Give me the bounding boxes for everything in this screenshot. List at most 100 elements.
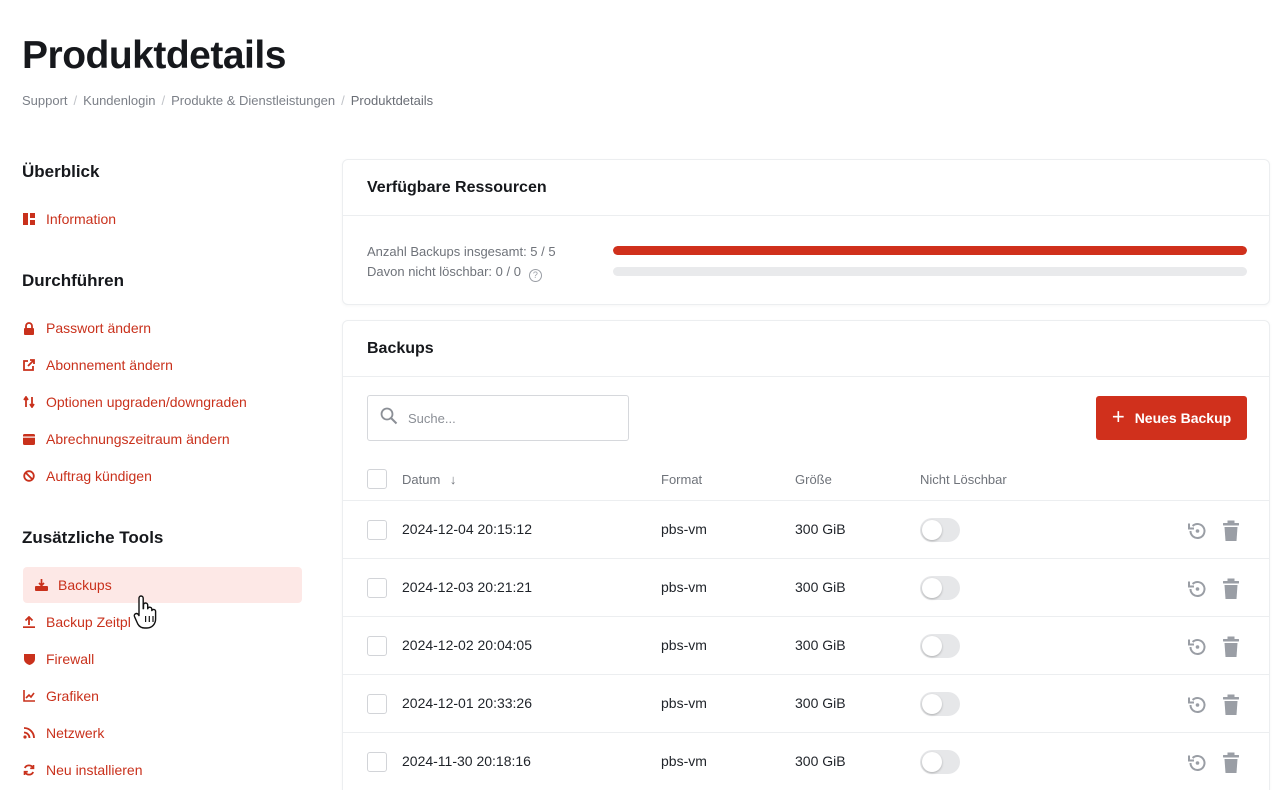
restore-icon[interactable]	[1186, 752, 1208, 774]
cell-format: pbs-vm	[661, 695, 707, 711]
breadcrumb: Support / Kundenlogin / Produkte & Diens…	[22, 93, 433, 108]
sort-arrow-icon: ↓	[449, 472, 457, 487]
cell-size: 300 GiB	[795, 637, 846, 653]
sidebar-item-label: Abonnement ändern	[46, 357, 173, 373]
cell-format: pbs-vm	[661, 637, 707, 653]
row-checkbox[interactable]	[367, 636, 387, 656]
resources-card: Verfügbare Ressourcen Anzahl Backups ins…	[342, 159, 1270, 305]
sidebar-item-abonnement[interactable]: Abonnement ändern	[22, 347, 301, 383]
cell-date: 2024-12-01 20:33:26	[402, 695, 532, 711]
row-checkbox[interactable]	[367, 694, 387, 714]
not-deletable-label: Davon nicht löschbar: 0 / 0	[367, 264, 521, 279]
cell-date: 2024-12-02 20:04:05	[402, 637, 532, 653]
new-backup-button[interactable]: + Neues Backup	[1096, 396, 1247, 440]
table-row: 2024-12-01 20:33:26 pbs-vm 300 GiB	[343, 675, 1269, 733]
not-deletable-line: Davon nicht löschbar: 0 / 0?	[367, 264, 542, 282]
cell-size: 300 GiB	[795, 579, 846, 595]
sidebar-item-label: Auftrag kündigen	[46, 468, 152, 484]
trash-icon[interactable]	[1222, 520, 1240, 542]
sidebar-item-label: Grafiken	[46, 688, 99, 704]
backups-total-bar	[613, 246, 1247, 255]
download-tray-icon	[34, 578, 48, 592]
chart-line-icon	[22, 689, 36, 703]
restore-icon[interactable]	[1186, 578, 1208, 600]
not-deletable-toggle[interactable]	[920, 576, 960, 600]
sidebar-item-kuendigen[interactable]: Auftrag kündigen	[22, 458, 301, 494]
sidebar-item-grafiken[interactable]: Grafiken	[22, 678, 301, 714]
trash-icon[interactable]	[1222, 578, 1240, 600]
dashboard-icon	[22, 212, 36, 226]
backups-total-bar-fill	[613, 246, 1247, 255]
new-backup-label: Neues Backup	[1134, 410, 1232, 426]
ban-icon	[22, 469, 36, 483]
sidebar-item-firewall[interactable]: Firewall	[22, 641, 301, 677]
sidebar-item-passwort[interactable]: Passwort ändern	[22, 310, 301, 346]
breadcrumb-kundenlogin[interactable]: Kundenlogin	[83, 93, 155, 108]
breadcrumb-produkte[interactable]: Produkte & Dienstleistungen	[171, 93, 335, 108]
sidebar-item-netzwerk[interactable]: Netzwerk	[22, 715, 301, 751]
plus-icon: +	[1111, 404, 1125, 429]
column-header-format: Format	[661, 472, 703, 487]
column-header-date[interactable]: Datum ↓	[402, 472, 456, 487]
sidebar-item-label: Abrechnungszeitraum ändern	[46, 431, 230, 447]
cell-date: 2024-11-30 20:18:16	[402, 753, 531, 769]
sidebar-item-information[interactable]: Information	[22, 201, 301, 237]
breadcrumb-separator: /	[161, 93, 166, 108]
search-input[interactable]	[408, 410, 618, 426]
cell-size: 300 GiB	[795, 521, 846, 537]
column-date-label: Datum	[402, 472, 441, 487]
backups-title: Backups	[343, 321, 1269, 377]
cell-format: pbs-vm	[661, 579, 707, 595]
column-header-not-deletable: Nicht Löschbar	[920, 472, 1007, 487]
breadcrumb-separator: /	[73, 93, 78, 108]
sidebar-item-label: Neu installieren	[46, 762, 143, 778]
hand-cursor-icon	[133, 595, 157, 629]
trash-icon[interactable]	[1222, 694, 1240, 716]
lock-icon	[22, 321, 36, 335]
help-icon[interactable]: ?	[528, 268, 542, 282]
not-deletable-toggle[interactable]	[920, 634, 960, 658]
sidebar-item-label: Information	[46, 211, 117, 227]
cell-date: 2024-12-03 20:21:21	[402, 579, 532, 595]
column-header-size: Größe	[795, 472, 832, 487]
not-deletable-toggle[interactable]	[920, 750, 960, 774]
trash-icon[interactable]	[1222, 636, 1240, 658]
restore-icon[interactable]	[1186, 636, 1208, 658]
sidebar-item-label: Optionen upgraden/downgraden	[46, 394, 247, 410]
restore-icon[interactable]	[1186, 520, 1208, 542]
sidebar-item-label: Netzwerk	[46, 725, 105, 741]
sidebar-item-label: Passwort ändern	[46, 320, 152, 336]
not-deletable-toggle[interactable]	[920, 692, 960, 716]
upload-icon	[22, 615, 36, 629]
sidebar-item-label: Backups	[58, 577, 112, 593]
sidebar-item-label: Backup Zeitpl	[46, 614, 131, 630]
cell-date: 2024-12-04 20:15:12	[402, 521, 532, 537]
wallet-icon	[22, 432, 36, 446]
trash-icon[interactable]	[1222, 752, 1240, 774]
search-icon	[380, 407, 398, 430]
breadcrumb-support[interactable]: Support	[22, 93, 68, 108]
row-checkbox[interactable]	[367, 578, 387, 598]
cell-size: 300 GiB	[795, 753, 846, 769]
sidebar-heading-durchfuehren: Durchführen	[22, 271, 124, 290]
sidebar-item-backups[interactable]: Backups	[23, 567, 302, 603]
sidebar-item-abrechnung[interactable]: Abrechnungszeitraum ändern	[22, 421, 301, 457]
table-row: 2024-12-03 20:21:21 pbs-vm 300 GiB	[343, 559, 1269, 617]
sidebar-item-optionen[interactable]: Optionen upgraden/downgraden	[22, 384, 301, 420]
sidebar-item-backup-zeitplan[interactable]: Backup Zeitpl	[22, 604, 301, 640]
not-deletable-toggle[interactable]	[920, 518, 960, 542]
cell-format: pbs-vm	[661, 521, 707, 537]
row-checkbox[interactable]	[367, 752, 387, 772]
row-checkbox[interactable]	[367, 520, 387, 540]
external-link-icon	[22, 358, 36, 372]
restore-icon[interactable]	[1186, 694, 1208, 716]
sidebar-item-neu-installieren[interactable]: Neu installieren	[22, 752, 301, 788]
backups-card: Backups + Neues Backup Datum ↓ Format Gr…	[342, 320, 1270, 790]
table-row: 2024-12-04 20:15:12 pbs-vm 300 GiB	[343, 501, 1269, 559]
table-row: 2024-11-30 20:18:16 pbs-vm 300 GiB	[343, 733, 1269, 790]
not-deletable-bar	[613, 267, 1247, 276]
search-box[interactable]	[367, 395, 629, 441]
select-all-checkbox[interactable]	[367, 469, 387, 489]
table-row: 2024-12-02 20:04:05 pbs-vm 300 GiB	[343, 617, 1269, 675]
sidebar-item-label: Firewall	[46, 651, 95, 667]
